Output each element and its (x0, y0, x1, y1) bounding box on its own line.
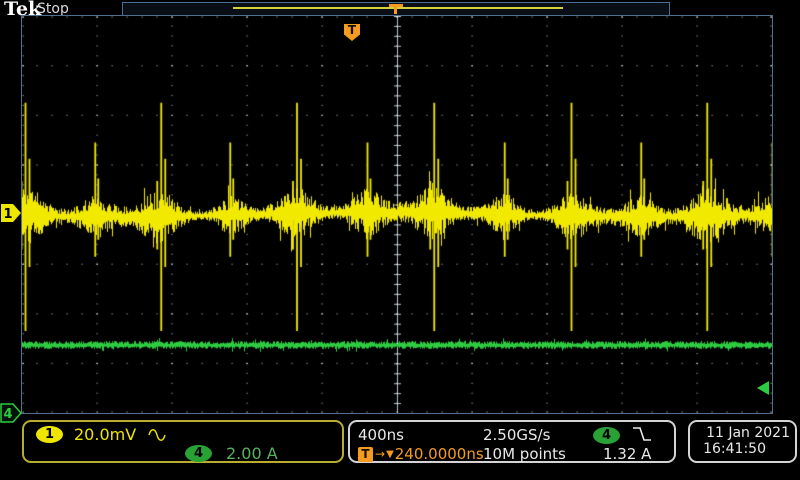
datetime-readout-box[interactable]: 11 Jan 2021 16:41:50 (688, 420, 797, 463)
ch4-position-marker[interactable]: 4 (0, 403, 22, 423)
ch1-position-marker-label: 1 (3, 207, 12, 222)
trigger-t-icon: T (358, 447, 373, 462)
ch1-readout-row: 1 20.0mV (36, 425, 167, 444)
time-value: 16:41:50 (690, 441, 790, 457)
ch4-readout-row: 4 2.00 A (185, 444, 278, 463)
ch1-badge: 1 (36, 426, 63, 443)
ch1-scale-value: 20.0mV (74, 425, 136, 444)
trigger-position-marker-stem[interactable] (394, 4, 397, 14)
ch1-position-marker[interactable]: 1 (0, 203, 22, 223)
trigger-level-arrow-icon[interactable] (754, 379, 772, 397)
falling-edge-icon (632, 426, 652, 442)
ch4-scale-value: 2.00 A (226, 444, 278, 463)
waveform-canvas (22, 16, 772, 413)
trigger-time-flag-label: T (348, 23, 356, 37)
trigger-level-value: 1.32 A (603, 445, 651, 463)
ch4-position-marker-label: 4 (3, 407, 12, 422)
record-view-waveform (233, 7, 563, 9)
record-view-bar (122, 2, 670, 16)
trigger-source-badge: 4 (593, 427, 620, 444)
arrow-right-icon: → (375, 447, 385, 461)
oscilloscope-screen: Tek Stop T 1 4 1 20.0mV 4 2.00 A (0, 0, 800, 480)
horizontal-delay-value: 240.0000ns (395, 445, 484, 463)
horizontal-delay-readout: T → ▼ 240.0000ns (358, 445, 484, 463)
arrow-down-icon: ▼ (386, 449, 394, 460)
horizontal-trigger-readout-box[interactable]: 400ns 2.50GS/s 4 T → ▼ 240.0000ns 10M po… (348, 420, 676, 463)
ch4-badge: 4 (185, 445, 212, 462)
graticule: T (21, 15, 773, 414)
timebase-value: 400ns (358, 426, 404, 444)
sample-rate-value: 2.50GS/s (483, 426, 550, 444)
ch1-ch4-readout-box[interactable]: 1 20.0mV 4 2.00 A (22, 420, 344, 463)
date-value: 11 Jan 2021 (690, 425, 790, 441)
ac-coupling-icon (147, 427, 167, 443)
record-length-value: 10M points (483, 445, 566, 463)
